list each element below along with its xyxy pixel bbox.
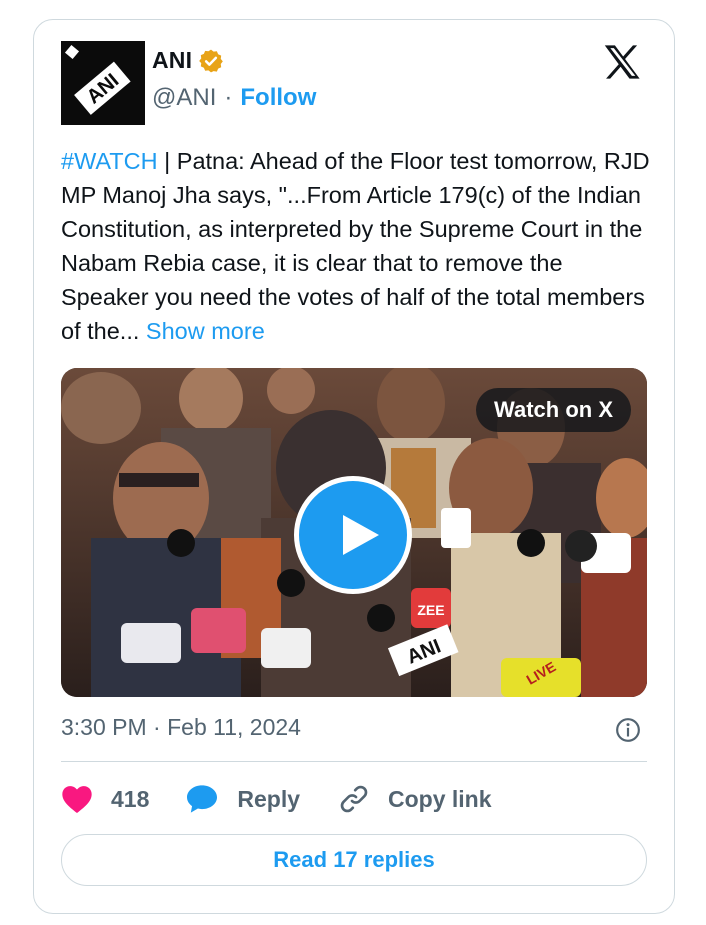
author-handle-row: @ANI · Follow	[152, 84, 316, 112]
copy-link-button[interactable]: Copy link	[338, 783, 492, 815]
like-count: 418	[111, 785, 150, 812]
like-button[interactable]: 418	[61, 784, 149, 814]
link-icon	[340, 785, 368, 813]
author-name-row: ANI	[152, 47, 224, 74]
video-thumbnail[interactable]: ANI ZEE LIVE Watch on X	[61, 368, 647, 697]
timestamp-row[interactable]: 3:30 PM · Feb 11, 2024	[61, 714, 301, 741]
copy-link-label: Copy link	[388, 785, 492, 812]
verified-badge-icon	[199, 49, 224, 72]
handle-separator: ·	[224, 84, 233, 111]
tweet-card: ANI ANI @ANI · Follow #WATCH | Patna: Ah…	[33, 19, 675, 914]
tweet-time: 3:30 PM	[61, 714, 147, 740]
show-more-link[interactable]: Show more	[139, 318, 265, 344]
play-icon	[343, 515, 379, 555]
mic-label-zee: ZEE	[417, 602, 444, 618]
author-display-name[interactable]: ANI	[152, 47, 192, 74]
tweet-date: Feb 11, 2024	[167, 714, 301, 740]
divider	[61, 761, 647, 762]
reply-button[interactable]: Reply	[185, 784, 300, 814]
ani-logo-icon: ANI	[61, 41, 145, 125]
action-bar: 418 Reply Copy link	[61, 779, 492, 819]
play-button[interactable]	[294, 476, 412, 594]
x-logo-icon[interactable]	[604, 44, 642, 80]
author-handle[interactable]: @ANI	[152, 84, 216, 112]
hashtag-link[interactable]: #WATCH	[61, 148, 158, 174]
tweet-body: | Patna: Ahead of the Floor test tomorro…	[61, 148, 650, 344]
reply-label: Reply	[237, 785, 301, 812]
avatar[interactable]: ANI	[61, 41, 145, 125]
tweet-text: #WATCH | Patna: Ahead of the Floor test …	[61, 144, 651, 348]
reply-bubble-icon	[187, 785, 218, 813]
watch-on-x-button[interactable]: Watch on X	[476, 388, 631, 432]
follow-button[interactable]: Follow	[240, 84, 316, 112]
info-icon[interactable]	[615, 717, 641, 743]
heart-icon	[62, 786, 92, 813]
read-replies-button[interactable]: Read 17 replies	[61, 834, 647, 886]
timestamp-separator: ·	[153, 714, 161, 740]
